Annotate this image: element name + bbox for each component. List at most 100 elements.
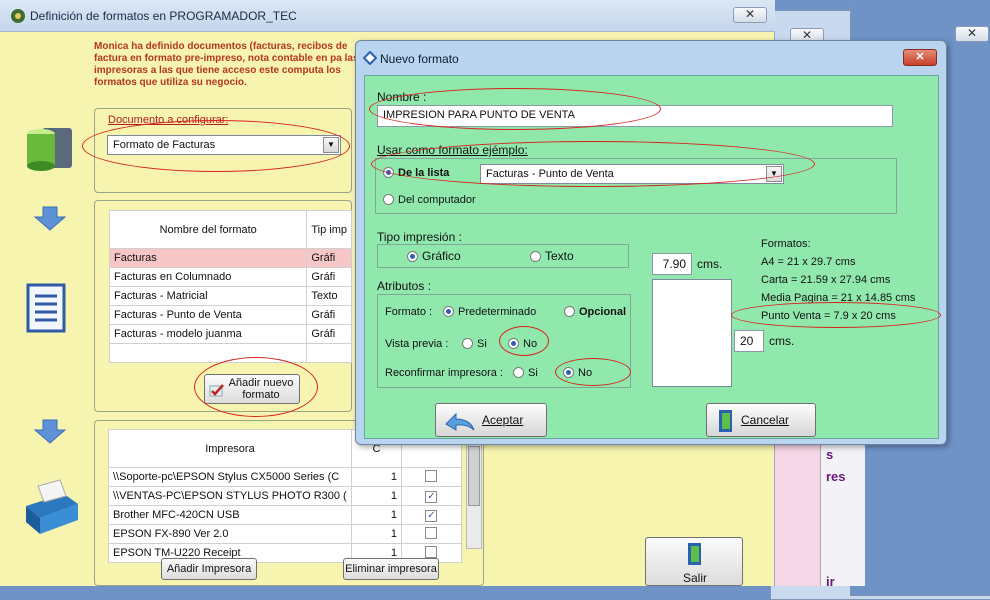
main-close-button[interactable]: ✕ xyxy=(733,7,767,23)
radio-selected[interactable] xyxy=(407,251,418,262)
accept-button[interactable]: Aceptar xyxy=(435,403,547,437)
printer-checkbox[interactable] xyxy=(425,469,438,482)
format-name-cell[interactable]: Facturas - modelo juanma xyxy=(108,324,308,344)
radio-unselected[interactable] xyxy=(462,338,473,349)
format-type-cell[interactable]: Gráfi xyxy=(306,305,352,325)
scroll-thumb[interactable] xyxy=(468,446,480,506)
printer-checkbox[interactable] xyxy=(425,526,438,539)
accept-label: Aceptar xyxy=(482,413,524,427)
formats-title: Formatos: xyxy=(761,238,811,250)
table-row[interactable]: EPSON FX-890 Ver 2.0 1 xyxy=(108,524,463,544)
from-list-radio[interactable]: De la lista xyxy=(383,167,449,179)
preview-no-radio[interactable]: No xyxy=(508,338,537,350)
background-pink-panel xyxy=(775,425,820,586)
format-punto: Punto Venta = 7.9 x 20 cms xyxy=(761,310,896,322)
printer-copies-cell[interactable]: 1 xyxy=(350,486,402,506)
preview-no-label: No xyxy=(523,338,538,350)
radio-selected[interactable] xyxy=(443,306,454,317)
printer-copies-cell[interactable]: 1 xyxy=(350,467,402,487)
printer-checkbox[interactable] xyxy=(425,545,438,558)
table-row[interactable]: \\Soporte-pc\EPSON Stylus CX5000 Series … xyxy=(108,467,463,487)
app-icon xyxy=(11,9,25,23)
printer-name-cell[interactable]: Brother MFC-420CN USB xyxy=(108,505,352,525)
predetermined-label: Predeterminado xyxy=(458,306,537,318)
radio-selected[interactable] xyxy=(508,338,519,349)
format-type-cell[interactable]: Gráfi xyxy=(306,267,352,287)
check-icon xyxy=(209,384,224,397)
table-row[interactable]: Facturas - Matricial Texto xyxy=(108,286,352,306)
document-icon xyxy=(26,283,66,333)
table-row[interactable]: Facturas - modelo juanma Gráfi xyxy=(108,324,352,344)
formats-header-type: Tip imp xyxy=(306,210,352,249)
table-row[interactable]: Facturas - Punto de Venta Gráfi xyxy=(108,305,352,325)
printer-copies-cell[interactable]: 1 xyxy=(350,505,402,525)
radio-selected[interactable] xyxy=(563,367,574,378)
from-list-label: De la lista xyxy=(398,167,450,179)
printer-copies-cell[interactable]: 1 xyxy=(350,524,402,544)
table-row[interactable]: \\VENTAS-PC\EPSON STYLUS PHOTO R300 (1 ✓ xyxy=(108,486,463,506)
printer-checkbox[interactable]: ✓ xyxy=(425,490,438,503)
reconfirm-no-radio[interactable]: No xyxy=(563,367,592,379)
text-label: Texto xyxy=(545,249,574,263)
radio-unselected[interactable] xyxy=(383,194,394,205)
text-radio[interactable]: Texto xyxy=(530,249,574,263)
width-input[interactable]: 7.90 xyxy=(652,253,692,275)
dialog-close-button[interactable]: ✕ xyxy=(903,49,937,66)
radio-selected[interactable] xyxy=(383,167,394,178)
name-input[interactable]: IMPRESION PARA PUNTO DE VENTA xyxy=(377,105,893,127)
background-partial-text-3: ir xyxy=(826,574,835,589)
empty-cell[interactable] xyxy=(108,343,308,363)
optional-radio[interactable]: Opcional xyxy=(564,306,626,318)
table-row[interactable]: Brother MFC-420CN USB 1 ✓ xyxy=(108,505,463,525)
height-input[interactable]: 20 xyxy=(734,330,764,352)
printer-name-cell[interactable]: EPSON FX-890 Ver 2.0 xyxy=(108,524,352,544)
format-preview-box xyxy=(652,279,732,387)
table-row[interactable] xyxy=(108,343,352,363)
remove-printer-button[interactable]: Eliminar impresora xyxy=(343,558,439,580)
format-row-label: Formato : xyxy=(385,306,433,318)
background-close-button-2[interactable]: ✕ xyxy=(955,26,989,42)
radio-unselected[interactable] xyxy=(530,251,541,262)
exit-button[interactable]: Salir xyxy=(645,537,743,586)
cancel-button[interactable]: Cancelar xyxy=(706,403,816,437)
dialog-title: Nuevo formato xyxy=(380,52,459,66)
background-partial-text-2: res xyxy=(826,469,846,484)
reconfirm-no-label: No xyxy=(578,367,593,379)
format-type-cell[interactable]: Gráfi xyxy=(306,248,352,268)
preview-yes-radio[interactable]: Si xyxy=(462,338,487,350)
printers-scrollbar[interactable] xyxy=(466,429,482,549)
chevron-down-icon[interactable]: ▼ xyxy=(766,166,782,182)
sample-select[interactable]: Facturas - Punto de Venta ▼ xyxy=(480,164,784,184)
table-row[interactable]: Facturas en Columnado Gráfi xyxy=(108,267,352,287)
add-format-button[interactable]: Añadir nuevo formato xyxy=(204,374,300,404)
predetermined-radio[interactable]: Predeterminado xyxy=(443,306,536,318)
radio-unselected[interactable] xyxy=(513,367,524,378)
preview-yes-label: Si xyxy=(477,338,487,350)
document-select[interactable]: Formato de Facturas ▼ xyxy=(107,135,341,155)
diamond-icon xyxy=(363,51,377,65)
table-row[interactable]: Facturas Gráfi xyxy=(108,248,352,268)
reconfirm-yes-radio[interactable]: Si xyxy=(513,367,538,379)
from-computer-radio[interactable]: Del computador xyxy=(383,194,476,206)
empty-cell[interactable] xyxy=(306,343,352,363)
format-name-cell[interactable]: Facturas - Matricial xyxy=(108,286,308,306)
sample-label: Usar como formato ejémplo: xyxy=(377,143,528,157)
printer-name-cell[interactable]: \\VENTAS-PC\EPSON STYLUS PHOTO R300 ( xyxy=(108,486,352,506)
graphic-radio[interactable]: Gráfico xyxy=(407,249,461,263)
document-select-value: Formato de Facturas xyxy=(113,139,216,151)
format-a4: A4 = 21 x 29.7 cms xyxy=(761,256,856,268)
format-carta: Carta = 21.59 x 27.94 cms xyxy=(761,274,891,286)
format-name-cell[interactable]: Facturas xyxy=(108,248,308,268)
height-unit-label: cms. xyxy=(769,334,795,348)
format-name-cell[interactable]: Facturas - Punto de Venta xyxy=(108,305,308,325)
add-printer-button[interactable]: Añadir Impresora xyxy=(161,558,257,580)
chevron-down-icon[interactable]: ▼ xyxy=(323,137,339,153)
printer-name-cell[interactable]: \\Soporte-pc\EPSON Stylus CX5000 Series … xyxy=(108,467,352,487)
printer-checkbox[interactable]: ✓ xyxy=(425,509,438,522)
format-type-cell[interactable]: Texto xyxy=(306,286,352,306)
width-unit-label: cms. xyxy=(697,257,723,271)
radio-unselected[interactable] xyxy=(564,306,575,317)
format-name-cell[interactable]: Facturas en Columnado xyxy=(108,267,308,287)
attributes-label: Atributos : xyxy=(377,279,432,293)
format-type-cell[interactable]: Gráfi xyxy=(306,324,352,344)
